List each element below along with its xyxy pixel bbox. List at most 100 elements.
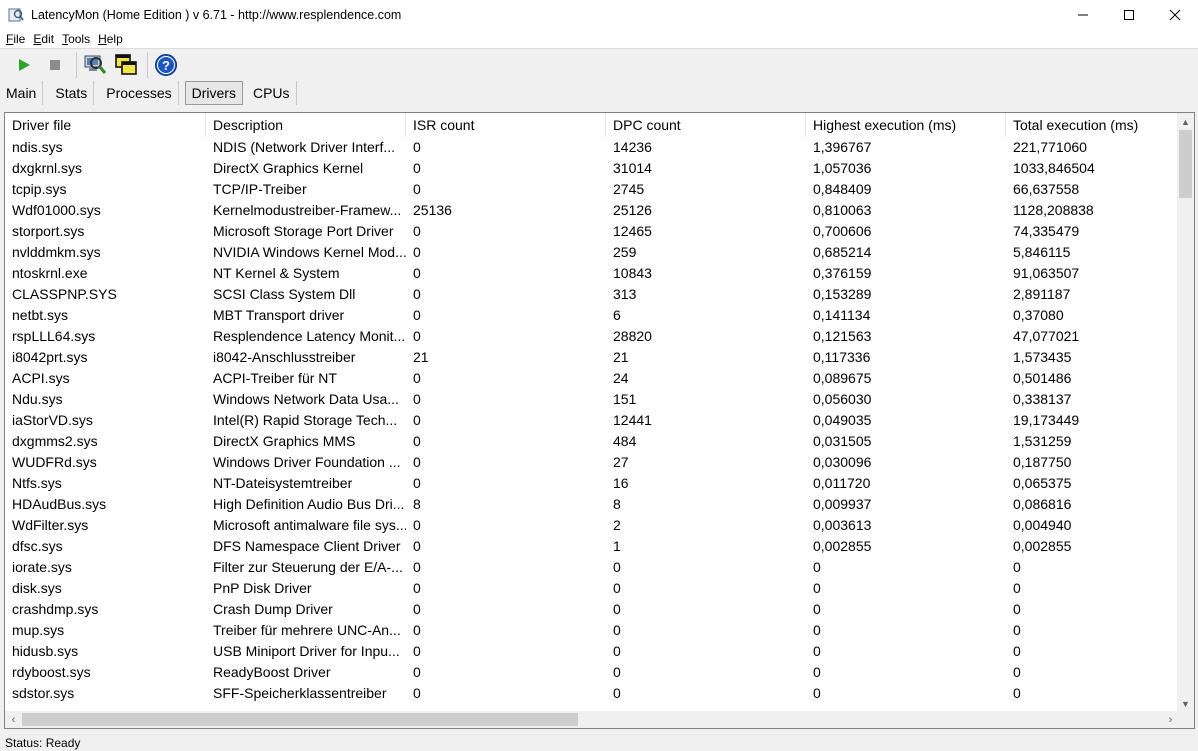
cell-total-execution: 0,501486 — [1013, 370, 1072, 386]
cell-driver-file: Ntfs.sys — [12, 475, 62, 491]
menu-help[interactable]: Help — [98, 32, 123, 46]
svg-text:?: ? — [162, 58, 170, 73]
column-header-highest-execution[interactable]: Highest execution (ms) — [806, 113, 1006, 137]
cell-isr-count: 0 — [413, 643, 421, 659]
cell-isr-count: 0 — [413, 391, 421, 407]
cell-total-execution: 0,338137 — [1013, 391, 1072, 407]
cell-description: ACPI-Treiber für NT — [213, 370, 337, 386]
cell-total-execution: 1,531259 — [1013, 433, 1072, 449]
cell-total-execution: 0,065375 — [1013, 475, 1072, 491]
column-header-description[interactable]: Description — [206, 113, 406, 137]
table-row[interactable]: rdyboost.sys ReadyBoost Driver 0 0 0 0 — [5, 662, 1179, 683]
cell-isr-count: 0 — [413, 307, 421, 323]
minimize-button[interactable] — [1060, 0, 1106, 30]
cell-description: Filter zur Steuerung der E/A-... — [213, 559, 403, 575]
windows-button[interactable] — [112, 51, 140, 79]
tab-cpus-label: CPUs — [252, 85, 290, 101]
cell-highest-execution: 0 — [813, 601, 821, 617]
table-row[interactable]: i8042prt.sys i8042-Anschlusstreiber 21 21 0,… — [5, 347, 1179, 368]
table-row[interactable]: storport.sys Microsoft Storage Port Drive… — [5, 221, 1179, 242]
table-row[interactable]: disk.sys PnP Disk Driver 0 0 0 0 — [5, 578, 1179, 599]
tab-stats[interactable]: Stats — [49, 81, 95, 105]
cell-highest-execution: 0,848409 — [813, 181, 872, 197]
cell-description: DFS Namespace Client Driver — [213, 538, 401, 554]
start-monitoring-button[interactable] — [10, 51, 38, 79]
cell-driver-file: storport.sys — [12, 223, 85, 239]
table-row[interactable]: HDAudBus.sys High Definition Audio Bus Dr… — [5, 494, 1179, 515]
analyze-computer-button[interactable] — [81, 51, 109, 79]
table-row[interactable]: WUDFRd.sys Windows Driver Foundation ... 0… — [5, 452, 1179, 473]
vertical-scrollbar[interactable]: ▲ ▼ — [1177, 113, 1194, 712]
vertical-scroll-thumb[interactable] — [1179, 130, 1192, 198]
cell-driver-file: crashdmp.sys — [12, 601, 99, 617]
cell-driver-file: dxgkrnl.sys — [12, 160, 83, 176]
tab-bar: Main Stats Processes Drivers CPUs — [0, 80, 1198, 106]
cell-dpc-count: 14236 — [613, 139, 652, 155]
help-button[interactable]: ? — [152, 51, 180, 79]
table-row[interactable]: tcpip.sys TCP/IP-Treiber 0 2745 0,848409 66,6… — [5, 179, 1179, 200]
column-header-isr-count[interactable]: ISR count — [406, 113, 606, 137]
close-button[interactable] — [1152, 0, 1198, 30]
table-row[interactable]: iorate.sys Filter zur Steuerung der E/A-.… — [5, 557, 1179, 578]
cell-driver-file: CLASSPNP.SYS — [12, 286, 117, 302]
cell-driver-file: rdyboost.sys — [12, 664, 91, 680]
table-row[interactable]: Ntfs.sys NT-Dateisystemtreiber 0 16 0,011720… — [5, 473, 1179, 494]
cell-highest-execution: 1,396767 — [813, 139, 872, 155]
table-row[interactable]: hidusb.sys USB Miniport Driver for Inpu..… — [5, 641, 1179, 662]
column-header-driver-file[interactable]: Driver file — [5, 113, 206, 137]
table-row[interactable]: ACPI.sys ACPI-Treiber für NT 0 24 0,089675 0,… — [5, 368, 1179, 389]
cell-description: MBT Transport driver — [213, 307, 345, 323]
table-row[interactable]: ndis.sys NDIS (Network Driver Interf... 0 1… — [5, 137, 1179, 158]
table-row[interactable]: Ndu.sys Windows Network Data Usa... 0 151 0,… — [5, 389, 1179, 410]
cell-total-execution: 19,173449 — [1013, 412, 1080, 428]
cell-driver-file: Ndu.sys — [12, 391, 63, 407]
cell-highest-execution: 0,011720 — [813, 475, 871, 491]
scroll-left-arrow-icon[interactable]: ‹ — [5, 711, 22, 728]
tab-main[interactable]: Main — [0, 81, 44, 105]
table-row[interactable]: ntoskrnl.exe NT Kernel & System 0 10843 0,37… — [5, 263, 1179, 284]
cell-isr-count: 0 — [413, 160, 421, 176]
table-row[interactable]: dxgmms2.sys DirectX Graphics MMS 0 484 0,031… — [5, 431, 1179, 452]
stop-monitoring-button[interactable] — [41, 51, 69, 79]
cell-highest-execution: 0,117336 — [813, 349, 871, 365]
cell-dpc-count: 2 — [613, 517, 621, 533]
horizontal-scrollbar[interactable]: ‹ › — [5, 711, 1179, 728]
table-row[interactable]: crashdmp.sys Crash Dump Driver 0 0 0 0 — [5, 599, 1179, 620]
menu-bar: File Edit Tools Help — [0, 30, 1198, 48]
cell-driver-file: nvlddmkm.sys — [12, 244, 101, 260]
cell-driver-file: sdstor.sys — [12, 685, 75, 701]
menu-tools[interactable]: Tools — [62, 32, 90, 46]
table-row[interactable]: iaStorVD.sys Intel(R) Rapid Storage Tech.… — [5, 410, 1179, 431]
tab-cpus[interactable]: CPUs — [247, 81, 297, 105]
scroll-down-arrow-icon[interactable]: ▼ — [1177, 695, 1194, 712]
title-bar: LatencyMon (Home Edition ) v 6.71 - http… — [0, 0, 1198, 30]
cell-description: Microsoft antimalware file sys... — [213, 517, 406, 533]
horizontal-scroll-thumb[interactable] — [22, 713, 578, 726]
cell-isr-count: 0 — [413, 433, 421, 449]
tab-drivers[interactable]: Drivers — [184, 81, 243, 105]
toolbar-separator — [76, 51, 77, 78]
cell-highest-execution: 0 — [813, 559, 821, 575]
table-row[interactable]: WdFilter.sys Microsoft antimalware file s… — [5, 515, 1179, 536]
cell-driver-file: tcpip.sys — [12, 181, 67, 197]
maximize-button[interactable] — [1106, 0, 1152, 30]
table-row[interactable]: mup.sys Treiber für mehrere UNC-An... 0 0 0 0 — [5, 620, 1179, 641]
table-row[interactable]: Wdf01000.sys Kernelmodustreiber-Framew...… — [5, 200, 1179, 221]
table-row[interactable]: rspLLL64.sys Resplendence Latency Monit..… — [5, 326, 1179, 347]
scroll-up-arrow-icon[interactable]: ▲ — [1177, 113, 1194, 130]
tab-drivers-label: Drivers — [191, 85, 236, 101]
table-row[interactable]: dxgkrnl.sys DirectX Graphics Kernel 0 31014… — [5, 158, 1179, 179]
tab-processes[interactable]: Processes — [100, 81, 179, 105]
cell-highest-execution: 0,003613 — [813, 517, 872, 533]
table-row[interactable]: netbt.sys MBT Transport driver 0 6 0,141134 0… — [5, 305, 1179, 326]
table-row[interactable]: sdstor.sys SFF-Speicherklassentreiber 0 0 0 0 — [5, 683, 1179, 704]
menu-file[interactable]: File — [6, 32, 25, 46]
menu-edit[interactable]: Edit — [33, 32, 54, 46]
cell-dpc-count: 12441 — [613, 412, 652, 428]
column-header-dpc-count[interactable]: DPC count — [606, 113, 806, 137]
table-row[interactable]: nvlddmkm.sys NVIDIA Windows Kernel Mod...… — [5, 242, 1179, 263]
window-title: LatencyMon (Home Edition ) v 6.71 - http… — [31, 8, 402, 22]
table-row[interactable]: dfsc.sys DFS Namespace Client Driver 0 1 0,0… — [5, 536, 1179, 557]
column-header-total-execution[interactable]: Total execution (ms) — [1006, 113, 1179, 137]
table-row[interactable]: CLASSPNP.SYS SCSI Class System Dll 0 313 0,1… — [5, 284, 1179, 305]
